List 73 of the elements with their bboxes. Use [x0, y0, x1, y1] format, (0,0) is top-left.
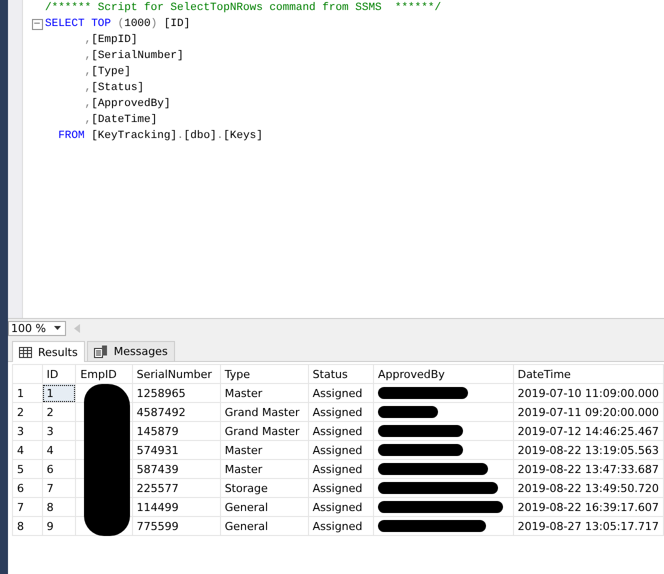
table-cell: 2019-08-27 13:05:17.717 — [513, 516, 664, 536]
table-cell: Assigned — [308, 478, 374, 498]
collapse-toggle[interactable]: − — [32, 18, 42, 30]
zoom-dropdown[interactable]: 100 % — [8, 320, 66, 336]
table-cell: Assigned — [308, 440, 374, 460]
code-line: ,[SerialNumber] — [84, 49, 184, 64]
column-header[interactable]: Type — [220, 364, 308, 384]
row-number: 6 — [12, 478, 42, 498]
table-cell: 145879 — [132, 422, 220, 440]
table-cell: 2019-08-22 13:49:50.720 — [513, 478, 664, 498]
table-cell: 2019-07-12 14:46:25.467 — [513, 422, 664, 440]
table-cell: 2019-08-22 16:39:17.607 — [513, 498, 664, 516]
table-cell: 2019-08-22 13:19:05.563 — [513, 440, 664, 460]
row-number: 7 — [12, 498, 42, 516]
table-cell[interactable]: 3 — [42, 422, 76, 440]
scroll-left-icon[interactable] — [74, 324, 80, 332]
document-icon — [94, 345, 108, 358]
table-cell: Assigned — [308, 460, 374, 478]
table-cell: General — [220, 498, 308, 516]
table-cell: 114499 — [132, 498, 220, 516]
table-cell: 775599 — [132, 516, 220, 536]
row-number: 3 — [12, 422, 42, 440]
code-line: FROM [KeyTracking].[dbo].[Keys] — [57, 129, 263, 144]
table-cell: Grand Master — [220, 422, 308, 440]
code-line: ,[Type] — [84, 65, 131, 80]
table-cell: Assigned — [308, 516, 374, 536]
column-header[interactable]: ID — [42, 364, 76, 384]
row-number: 1 — [12, 384, 42, 402]
column-header[interactable]: DateTime — [513, 364, 664, 384]
table-cell[interactable]: 1 — [42, 384, 76, 402]
table-cell: General — [220, 516, 308, 536]
results-tab[interactable]: Results — [12, 341, 85, 362]
table-cell: Master — [220, 384, 308, 402]
column-header[interactable]: ApprovedBy — [374, 364, 514, 384]
results-tab[interactable]: Messages — [86, 341, 175, 361]
table-cell: Assigned — [308, 384, 374, 402]
row-number: 8 — [12, 516, 42, 536]
row-number: 4 — [12, 440, 42, 460]
table-cell[interactable]: 6 — [42, 460, 76, 478]
code-line: SELECT TOP (1000) [ID] — [45, 17, 190, 32]
table-cell[interactable]: 4 — [42, 440, 76, 460]
table-cell: 2019-07-11 09:20:00.000 — [513, 402, 664, 422]
table-cell[interactable]: 9 — [42, 516, 76, 536]
table-cell: 225577 — [132, 478, 220, 498]
table-cell: Assigned — [308, 498, 374, 516]
table-cell: 2019-08-22 13:47:33.687 — [513, 460, 664, 478]
table-cell: Assigned — [308, 422, 374, 440]
caret-icon — [54, 326, 61, 330]
table-cell: Grand Master — [220, 402, 308, 422]
table-cell[interactable]: 2 — [42, 402, 76, 422]
row-number: 5 — [12, 460, 42, 478]
grid-icon — [19, 346, 32, 358]
column-header[interactable]: EmpID — [76, 364, 132, 384]
redaction-mark — [378, 406, 438, 418]
table-cell: 1258965 — [132, 384, 220, 402]
code-line: ,[EmpID] — [84, 33, 138, 48]
table-cell: 4587492 — [132, 402, 220, 422]
table-cell[interactable]: 8 — [42, 498, 76, 516]
table-cell: Master — [220, 460, 308, 478]
table-cell: Storage — [220, 478, 308, 498]
code-line: /****** Script for SelectTopNRows command from SSMS ******/ — [45, 1, 442, 16]
table-cell: Assigned — [308, 402, 374, 422]
code-line: ,[Status] — [84, 81, 144, 96]
table-cell[interactable]: 7 — [42, 478, 76, 498]
column-header[interactable]: SerialNumber — [132, 364, 220, 384]
code-line: ,[ApprovedBy] — [84, 97, 170, 112]
table-cell: 587439 — [132, 460, 220, 478]
column-header[interactable]: Status — [308, 364, 374, 384]
code-line: ,[DateTime] — [84, 113, 158, 128]
table-cell: 574931 — [132, 440, 220, 460]
row-number: 2 — [12, 402, 42, 422]
table-cell: 2019-07-10 11:09:00.000 — [513, 384, 664, 402]
table-cell: Master — [220, 440, 308, 460]
